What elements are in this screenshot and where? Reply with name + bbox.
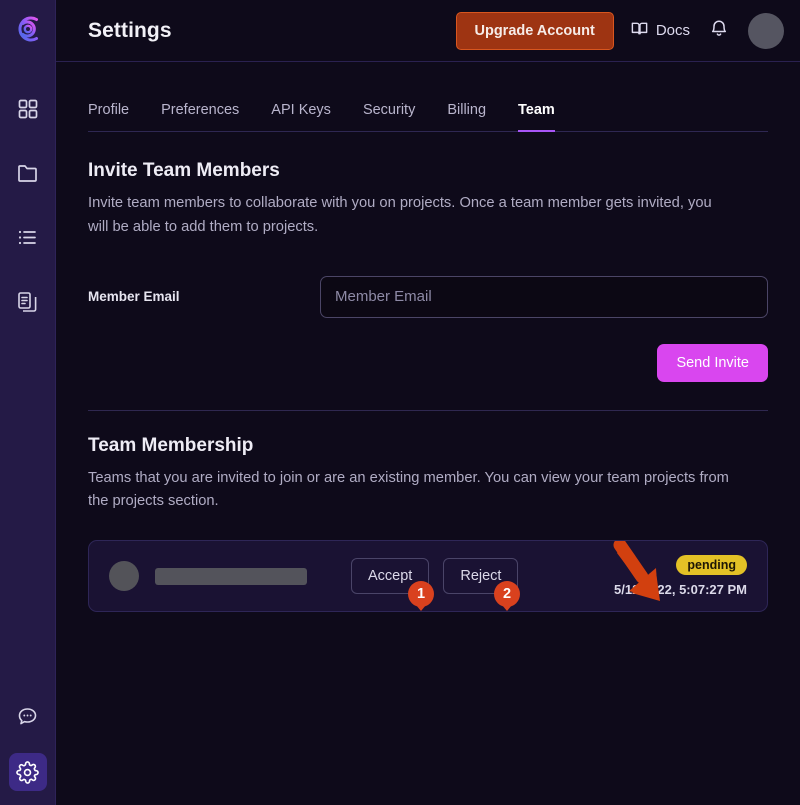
sidebar-item-settings[interactable] [8,753,47,791]
chat-bubble-icon [16,705,39,728]
docs-link[interactable]: Docs [630,19,690,42]
send-invite-row: Send Invite [88,343,768,382]
documents-icon [16,290,39,313]
sidebar-item-tasks[interactable] [9,218,47,256]
tab-billing[interactable]: Billing [447,102,486,132]
book-icon [630,19,649,42]
folder-icon [16,161,40,185]
settings-content: Profile Preferences API Keys Security Bi… [56,62,800,805]
upgrade-account-button[interactable]: Upgrade Account [455,11,614,50]
sidebar-item-documents[interactable] [9,282,47,320]
sidebar-bottom-nav [8,697,47,791]
grid-dashboard-icon [17,98,39,120]
annotation-marker-2: 2 [494,581,520,607]
brand-logo[interactable] [0,0,55,62]
sidebar [0,0,56,805]
notifications-button[interactable] [706,18,732,44]
member-name-redacted [155,567,307,585]
main-area: Settings Upgrade Account Docs Profile Pr… [56,0,800,805]
tab-preferences[interactable]: Preferences [161,102,239,132]
send-invite-button[interactable]: Send Invite [657,343,768,382]
membership-section-title: Team Membership [88,434,254,456]
member-row-actions: Accept Reject [351,558,519,595]
list-icon [16,226,39,249]
invite-section-title: Invite Team Members [88,160,280,181]
sidebar-nav [0,90,55,320]
invite-section-description: Invite team members to collaborate with … [88,195,712,235]
gear-icon [16,760,39,784]
member-email-row: Member Email [88,275,768,318]
settings-tabs: Profile Preferences API Keys Security Bi… [88,62,768,132]
docs-label: Docs [655,22,690,39]
member-email-input[interactable] [320,275,768,318]
avatar[interactable] [748,12,784,49]
annotation-arrow-icon [612,538,678,614]
membership-section-description: Teams that you are invited to join or ar… [88,469,729,510]
tab-team[interactable]: Team [518,102,555,132]
member-email-label: Member Email [88,289,180,305]
top-bar: Settings Upgrade Account Docs [56,0,800,62]
page-title: Settings [88,18,172,42]
brand-logo-icon [11,12,45,51]
app-root: Settings Upgrade Account Docs Profile Pr… [0,0,800,805]
sidebar-item-projects[interactable] [9,154,47,192]
sidebar-item-dashboard[interactable] [9,90,47,128]
tab-security[interactable]: Security [363,102,415,132]
invite-section: Invite Team Members Invite team members … [88,132,768,411]
annotation-marker-1: 1 [408,581,434,607]
sidebar-item-support[interactable] [9,697,47,735]
member-avatar [109,561,139,592]
tab-profile[interactable]: Profile [88,102,129,132]
tab-api-keys[interactable]: API Keys [271,102,331,132]
status-badge: pending [676,555,747,576]
bell-icon [709,18,729,43]
top-bar-actions: Upgrade Account Docs [455,11,784,50]
